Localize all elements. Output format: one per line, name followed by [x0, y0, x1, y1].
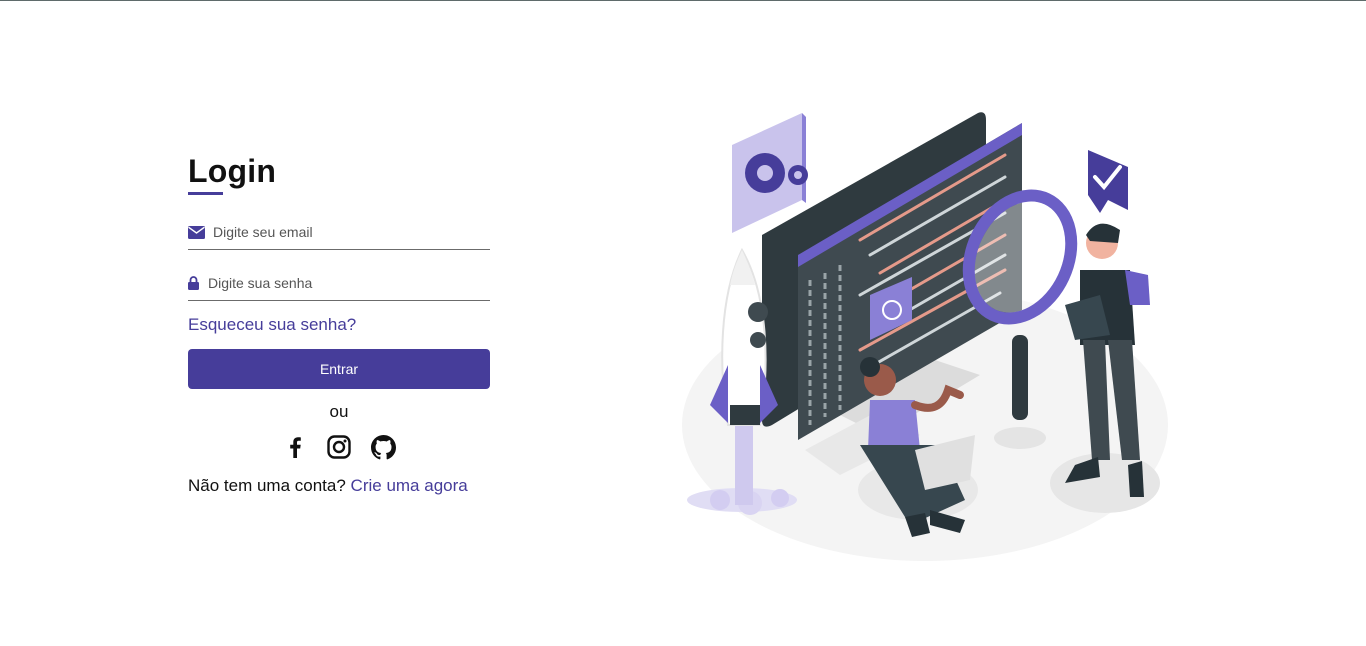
hero-illustration [680, 105, 1180, 570]
or-separator: ou [329, 402, 349, 421]
email-field-wrapper [188, 215, 490, 250]
signup-row: Não tem uma conta? Crie uma agora [188, 475, 490, 497]
envelope-icon [188, 223, 206, 241]
forgot-password-link[interactable]: Esqueceu sua senha? [188, 314, 490, 336]
signup-link[interactable]: Crie uma agora [351, 476, 468, 495]
lock-icon [188, 274, 201, 292]
email-input[interactable] [213, 224, 473, 240]
password-input[interactable] [208, 275, 468, 291]
password-field-wrapper [188, 266, 490, 301]
page-title: Login [188, 153, 277, 189]
signup-prompt: Não tem uma conta? [188, 476, 346, 495]
github-icon[interactable] [370, 434, 396, 460]
facebook-icon[interactable] [283, 435, 308, 460]
top-border [0, 0, 1366, 1]
submit-button[interactable]: Entrar [188, 349, 490, 389]
title-underline [188, 192, 223, 195]
login-form: Login Esqueceu sua senha? Entrar ou [188, 150, 490, 497]
social-login-row [188, 434, 490, 460]
instagram-icon[interactable] [327, 435, 352, 460]
